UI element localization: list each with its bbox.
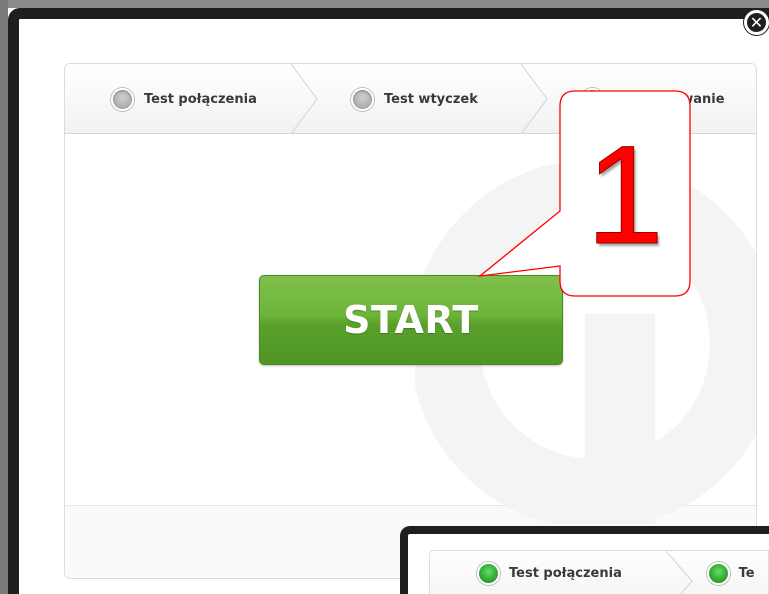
callout-number: 1 [586, 116, 665, 273]
step-connection-test[interactable]: Test połączenia [430, 551, 693, 594]
second-step-bar: Test połączenia Te [429, 550, 769, 594]
close-icon[interactable]: ✕ [744, 10, 769, 35]
step-label: Test wtyczek [384, 91, 478, 107]
step-label: Test połączenia [144, 91, 257, 107]
step-label: Podsumowanie [614, 91, 725, 107]
step-status-dot-icon [581, 87, 604, 111]
overlay-backdrop-top [0, 0, 769, 8]
step-done-dot-icon [477, 561, 500, 585]
step-done-dot-icon [706, 561, 730, 585]
step-status-dot-icon [351, 87, 374, 111]
second-test-dialog: Test połączenia Te [400, 526, 769, 594]
step-plugin-test[interactable]: Te [680, 551, 768, 594]
step-status-dot-icon [111, 87, 134, 111]
step-label: Test połączenia [509, 565, 622, 581]
overlay-backdrop-left [0, 0, 8, 594]
step-plugin-test[interactable]: Test wtyczek [305, 64, 548, 134]
test-dialog: Test połączenia Test wtyczek Podsumowani… [8, 8, 769, 594]
start-button[interactable]: START [259, 275, 563, 365]
step-label: Te [738, 565, 755, 581]
step-connection-test[interactable]: Test połączenia [65, 64, 318, 134]
